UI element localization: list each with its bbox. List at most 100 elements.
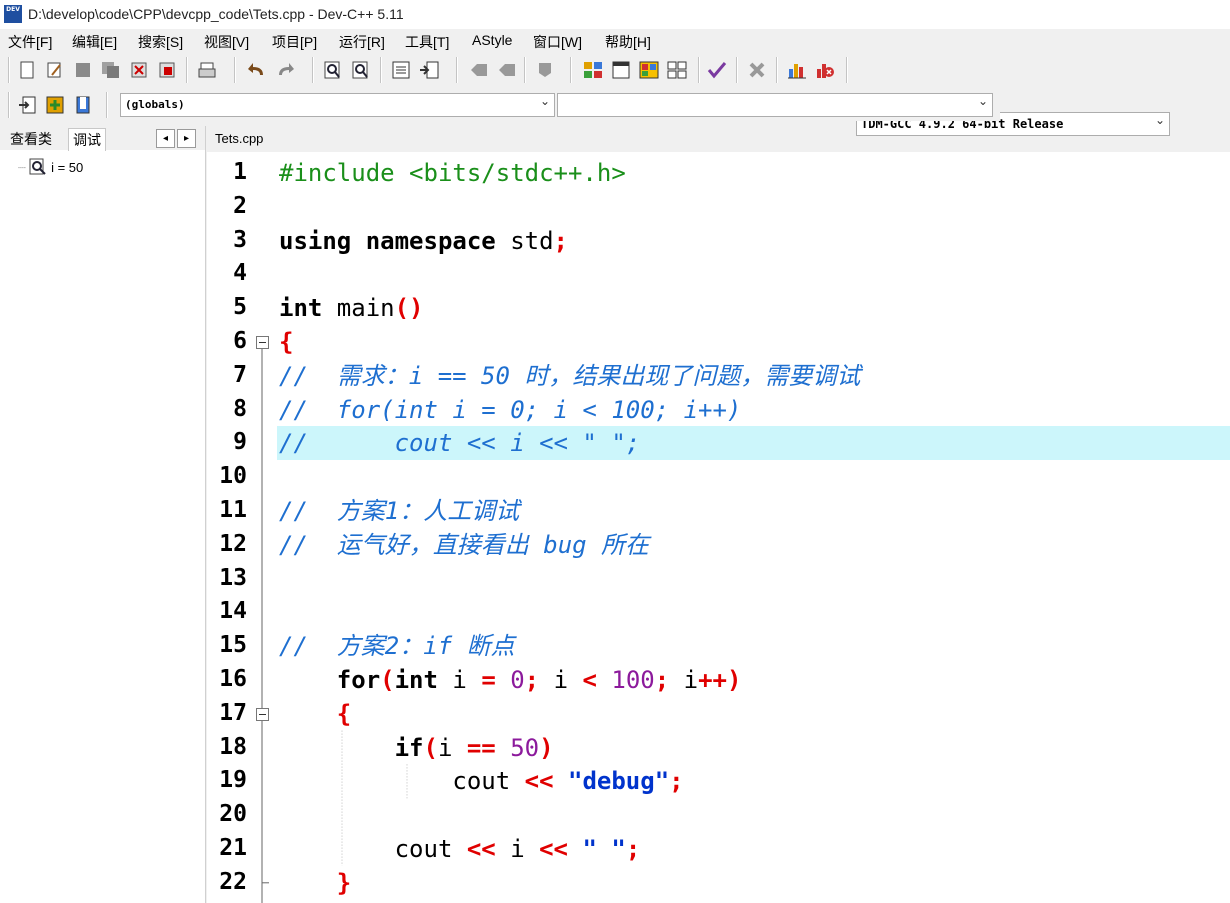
save-icon[interactable] xyxy=(72,59,94,81)
code-token: #include <bits/stdc++.h> xyxy=(279,159,626,187)
compile-icon[interactable] xyxy=(582,59,604,81)
code-line[interactable] xyxy=(279,595,1229,629)
toolbar-separator xyxy=(698,57,700,83)
menu-view[interactable]: 视图[V] xyxy=(204,32,249,52)
redo-icon[interactable] xyxy=(274,59,296,81)
code-token: std xyxy=(510,226,554,255)
toolbar-separator xyxy=(570,57,572,83)
menu-file[interactable]: 文件[F] xyxy=(8,32,52,52)
compile-run-icon[interactable] xyxy=(638,59,660,81)
toolbar-separator xyxy=(380,57,382,83)
code-line[interactable]: using namespace std; xyxy=(279,224,1229,258)
code-line[interactable]: cout << "debug"; xyxy=(279,764,1229,798)
code-line[interactable]: } xyxy=(279,866,1229,900)
code-token: int xyxy=(394,666,453,694)
undo-icon[interactable] xyxy=(246,59,268,81)
code-line[interactable]: // 方案2：if 断点 xyxy=(279,629,1229,663)
indent-icon[interactable] xyxy=(390,59,412,81)
scope-select-value: (globals) xyxy=(125,98,185,111)
code-line[interactable]: // cout << i << " "; xyxy=(279,426,1229,460)
code-line[interactable] xyxy=(279,798,1229,832)
code-line[interactable]: // 需求：i == 50 时，结果出现了问题，需要调试 xyxy=(279,359,1229,393)
chart-icon[interactable] xyxy=(786,59,808,81)
code-line[interactable]: { xyxy=(279,697,1229,731)
code-token: 100 xyxy=(611,666,655,694)
menu-search[interactable]: 搜索[S] xyxy=(138,32,183,52)
tab-scroll-right-button[interactable]: ▸ xyxy=(177,129,196,148)
function-select[interactable]: ⌄ xyxy=(557,93,993,117)
stop-icon[interactable] xyxy=(746,59,768,81)
code-token: // 方案1：人工调试 xyxy=(279,497,520,525)
profile-delete-icon[interactable] xyxy=(814,59,836,81)
code-token: // cout << i << " "; xyxy=(279,429,641,458)
insert-icon[interactable] xyxy=(16,94,38,116)
toolbar-separator xyxy=(456,57,458,83)
menu-window[interactable]: 窗口[W] xyxy=(533,32,582,52)
app-icon: DEV xyxy=(4,5,22,23)
code-line[interactable]: for(int i = 0; i < 100; i++) xyxy=(279,663,1229,697)
save-all-icon[interactable] xyxy=(100,59,122,81)
add-icon[interactable] xyxy=(44,94,66,116)
line-number: 17 xyxy=(219,699,247,726)
fold-toggle-icon[interactable] xyxy=(256,707,269,721)
title-bar: DEV D:\develop\code\CPP\devcpp_code\Tets… xyxy=(0,0,1230,29)
menu-run[interactable]: 运行[R] xyxy=(339,32,385,52)
code-line[interactable] xyxy=(279,190,1229,224)
code-line[interactable]: // for(int i = 0; i < 100; i++) xyxy=(279,393,1229,427)
replace-icon[interactable] xyxy=(350,59,372,81)
syntax-check-icon[interactable] xyxy=(706,59,728,81)
tab-class-view[interactable]: 查看类 xyxy=(6,128,56,150)
run-icon[interactable] xyxy=(610,59,632,81)
code-line[interactable]: cout << i << " "; xyxy=(279,832,1229,866)
line-number: 14 xyxy=(219,598,247,625)
code-token: i xyxy=(437,733,467,762)
line-number: 1 xyxy=(233,159,247,185)
code-line[interactable] xyxy=(279,562,1229,596)
code-line[interactable]: // 方案1：人工调试 xyxy=(279,494,1229,528)
goto-icon[interactable] xyxy=(418,59,440,81)
open-file-icon[interactable] xyxy=(44,59,66,81)
menu-project[interactable]: 项目[P] xyxy=(272,32,317,52)
code-token: { xyxy=(279,328,294,356)
line-number: 19 xyxy=(219,767,247,794)
code-line[interactable]: { xyxy=(279,325,1229,359)
fold-toggle-icon[interactable] xyxy=(256,336,269,349)
code-line[interactable] xyxy=(279,257,1229,291)
bookmark-icon[interactable] xyxy=(534,59,556,81)
print-icon[interactable] xyxy=(196,59,218,81)
code-line[interactable]: #include <bits/stdc++.h> xyxy=(279,156,1229,190)
line-number: 7 xyxy=(233,361,247,388)
code-editor[interactable]: 1 #include <bits/stdc++.h> 2 3 using namespa… xyxy=(207,152,1230,903)
code-token: = xyxy=(481,666,511,694)
tab-debug[interactable]: 调试 xyxy=(68,128,106,151)
menu-help[interactable]: 帮助[H] xyxy=(605,32,651,52)
line-number: 18 xyxy=(219,733,247,760)
tab-scroll-left-button[interactable]: ◂ xyxy=(156,129,175,148)
menu-edit[interactable]: 编辑[E] xyxy=(72,32,117,52)
code-line[interactable]: // 运气好，直接看出 bug 所在 xyxy=(279,528,1229,562)
code-token: { xyxy=(336,699,352,728)
close-all-icon[interactable] xyxy=(156,59,178,81)
class-browser-icon[interactable] xyxy=(72,94,94,116)
code-token: " " xyxy=(582,835,626,863)
code-token: main xyxy=(336,294,395,323)
find-icon[interactable] xyxy=(322,59,344,81)
code-token: cout xyxy=(452,767,525,796)
scope-select[interactable]: (globals) ⌄ xyxy=(120,93,555,117)
close-icon[interactable] xyxy=(128,59,150,81)
watch-item[interactable]: ┈ i = 50 xyxy=(18,158,83,176)
code-line[interactable] xyxy=(279,460,1229,494)
prev-icon[interactable] xyxy=(468,59,490,81)
menu-tools[interactable]: 工具[T] xyxy=(405,32,449,52)
code-token: cout xyxy=(394,835,467,863)
menu-astyle[interactable]: AStyle xyxy=(472,32,512,48)
code-line[interactable]: if(i == 50) xyxy=(279,731,1229,765)
editor-tab-tets-cpp[interactable]: Tets.cpp xyxy=(207,126,272,152)
rebuild-icon[interactable] xyxy=(666,59,688,81)
next-icon[interactable] xyxy=(496,59,518,81)
toolbar-separator xyxy=(234,57,236,83)
new-file-icon[interactable] xyxy=(16,59,38,81)
watch-icon xyxy=(29,158,47,175)
code-line[interactable]: int main() xyxy=(279,291,1229,325)
